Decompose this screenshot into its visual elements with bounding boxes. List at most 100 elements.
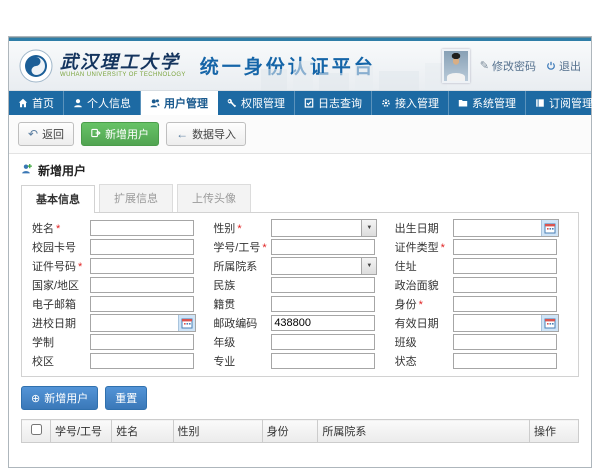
user-table-wrap: 学号/工号 姓名 性别 身份 所属院系 操作 [9,419,591,467]
nav-label: 接入管理 [395,95,439,111]
postal-code-input[interactable] [271,315,375,331]
field-label: 校园卡号 [32,242,76,254]
app-window: 武汉理工大学 WUHAN UNIVERSITY OF TECHNOLOGY 统一… [8,36,592,468]
field-label: 有效日期 [395,318,439,330]
required-marker: * [78,261,82,273]
native-place-input[interactable] [271,296,375,312]
add-user-icon [21,163,33,178]
nav-item-log-query[interactable]: 日志查询 [295,91,372,115]
col-gender: 性别 [173,420,262,443]
field-label: 所属院系 [213,261,257,273]
field-label: 专业 [213,356,235,368]
import-arrow-icon: ← [176,129,188,139]
nav-item-personal-info[interactable]: 个人信息 [64,91,141,115]
schooling-length-input[interactable] [90,334,194,350]
form-actions: ⊕ 新增用户 重置 [9,377,591,419]
university-logo-icon [19,49,53,83]
id-number-input[interactable] [90,258,194,274]
campus-card-input[interactable] [90,239,194,255]
logout-link[interactable]: 退出 [546,58,581,74]
required-marker: * [237,223,241,235]
calendar-icon[interactable] [541,220,558,236]
class-input[interactable] [453,334,557,350]
department-select[interactable]: ▼ [271,257,377,275]
col-name: 姓名 [112,420,173,443]
country-input[interactable] [90,277,194,293]
toolbar: ↶ 返回 新增用户 ← 数据导入 [9,115,591,154]
address-input[interactable] [453,258,557,274]
nav-label: 个人信息 [87,95,131,111]
table-header-row: 学号/工号 姓名 性别 身份 所属院系 操作 [22,420,579,443]
schooling-length-field: 学制 [28,333,209,351]
field-label: 校区 [32,356,54,368]
submit-add-user-label: 新增用户 [44,390,88,406]
nav-item-system-management[interactable]: 系统管理 [449,91,526,115]
name-input[interactable] [90,220,194,236]
field-label: 进校日期 [32,318,76,330]
user-icon [73,98,83,108]
ethnicity-input[interactable] [271,277,375,293]
campus-field: 校区 [28,352,209,370]
valid-date-input[interactable] [454,315,541,331]
university-name-en: WUHAN UNIVERSITY OF TECHNOLOGY [60,72,186,78]
submit-add-user-button[interactable]: ⊕ 新增用户 [21,386,98,410]
calendar-icon[interactable] [541,315,558,331]
birthdate-input[interactable] [454,220,541,236]
political-status-input[interactable] [453,277,557,293]
calendar-icon[interactable] [178,315,195,331]
field-label: 性别 [213,223,235,235]
tab-basic-info[interactable]: 基本信息 [21,185,95,213]
reset-button[interactable]: 重置 [105,386,147,410]
nav-item-subscription-management[interactable]: 订阅管理 [526,91,600,115]
select-all-checkbox[interactable] [31,424,42,435]
field-label: 学制 [32,337,54,349]
form-row: 进校日期 邮政编码 有效日期 [28,314,572,332]
section-header: 新增用户 [9,154,591,184]
ethnicity-field: 民族 [209,276,390,294]
reset-button-label: 重置 [115,390,137,406]
gender-select[interactable]: ▼ [271,219,377,237]
change-password-link[interactable]: ✎ 修改密码 [480,58,536,74]
field-label: 状态 [395,356,417,368]
field-label: 身份 [395,299,417,311]
nav-item-permission-management[interactable]: 权限管理 [218,91,295,115]
back-button[interactable]: ↶ 返回 [18,122,74,146]
grade-input[interactable] [271,334,375,350]
export-doc-icon [91,128,101,141]
change-password-label: 修改密码 [492,58,536,74]
gear-icon [381,98,391,108]
col-department: 所属院系 [318,420,530,443]
chevron-down-icon: ▼ [361,220,376,236]
col-identity: 身份 [262,420,318,443]
grade-field: 年级 [209,333,390,351]
avatar[interactable] [442,49,470,83]
tab-upload-photo[interactable]: 上传头像 [177,184,251,212]
enroll-date-input[interactable] [91,315,178,331]
id-type-input[interactable] [453,239,557,255]
nav-item-access-management[interactable]: 接入管理 [372,91,449,115]
class-field: 班级 [391,333,572,351]
field-label: 学号/工号 [213,242,260,254]
nav-item-user-management[interactable]: 用户管理 [141,91,218,115]
student-id-field: 学号/工号* [209,238,390,256]
required-marker: * [56,223,60,235]
header: 武汉理工大学 WUHAN UNIVERSITY OF TECHNOLOGY 统一… [9,41,591,91]
add-user-toolbar-button[interactable]: 新增用户 [81,122,159,146]
select-all-cell [22,420,51,443]
data-import-button[interactable]: ← 数据导入 [166,122,246,146]
native-place-field: 籍贯 [209,295,390,313]
tab-extended-info[interactable]: 扩展信息 [99,184,173,212]
student-id-input[interactable] [271,239,375,255]
nav-item-home[interactable]: 首页 [9,91,64,115]
log-check-icon [304,98,314,108]
status-input[interactable] [453,353,557,369]
major-input[interactable] [271,353,375,369]
section-title: 新增用户 [38,162,86,179]
email-input[interactable] [90,296,194,312]
nav-label: 日志查询 [318,95,362,111]
country-field: 国家/地区 [28,276,209,294]
campus-input[interactable] [90,353,194,369]
identity-input[interactable] [453,296,557,312]
department-field: 所属院系 ▼ [209,257,390,275]
form-row: 学制 年级 班级 [28,333,572,351]
